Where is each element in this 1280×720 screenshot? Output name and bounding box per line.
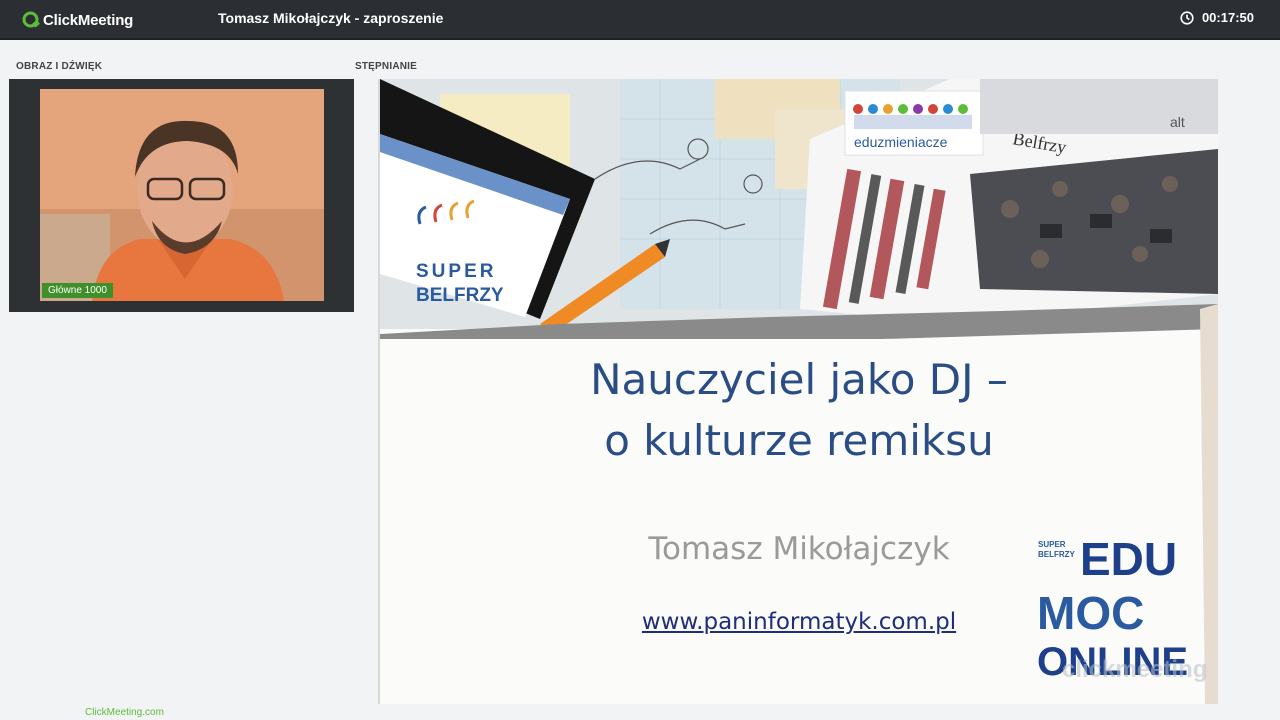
logo-text: ClickMeeting — [43, 11, 134, 29]
clock-icon — [1180, 10, 1194, 25]
clickmeeting-logo-icon — [22, 11, 40, 28]
session-title: Tomasz Mikołajczyk - zaproszenie — [218, 10, 444, 26]
frame-divider — [0, 38, 1280, 40]
presenter-image — [40, 89, 324, 301]
eduzmieniacze-text: eduzmieniacze — [854, 134, 948, 150]
logo-super-text: SUPER — [416, 261, 496, 282]
timer-value: 00:17:50 — [1201, 10, 1254, 25]
session-timer: 00:17:50 — [1180, 10, 1254, 25]
eduzmieniacze-logo: eduzmieniacze — [844, 90, 984, 156]
clickmeeting-watermark: clickmeeting — [1062, 656, 1208, 683]
top-bar: ClickMeeting Tomasz Mikołajczyk - zapros… — [0, 0, 1280, 38]
slide-title-line1: Nauczyciel jako DJ – — [590, 355, 1008, 404]
presentation-slide: SUPER BELFRZY eduzmieniacze Belfrzy alt — [380, 79, 1218, 704]
slide-author: Tomasz Mikołajczyk — [648, 531, 950, 567]
slide-link[interactable]: www.paninformatyk.com.pl — [380, 609, 1218, 635]
logo-belfrzy-text: BELFRZY — [416, 285, 504, 306]
clickmeeting-logo[interactable]: ClickMeeting — [22, 10, 133, 30]
slide-title-line2: o kulturze remiksu — [604, 416, 994, 465]
av-section-label: OBRAZ I DŹWIĘK — [16, 61, 103, 72]
participant-name-badge: Główne 1000 — [42, 283, 113, 298]
participant-video[interactable] — [40, 89, 324, 301]
slide-title: Nauczyciel jako DJ – o kulturze remiksu — [380, 349, 1218, 471]
presentation-section-label: STĘPNIANIE — [355, 61, 418, 72]
footer-link[interactable]: ClickMeeting.com — [85, 707, 164, 718]
keyboard-key: alt — [1170, 114, 1185, 130]
